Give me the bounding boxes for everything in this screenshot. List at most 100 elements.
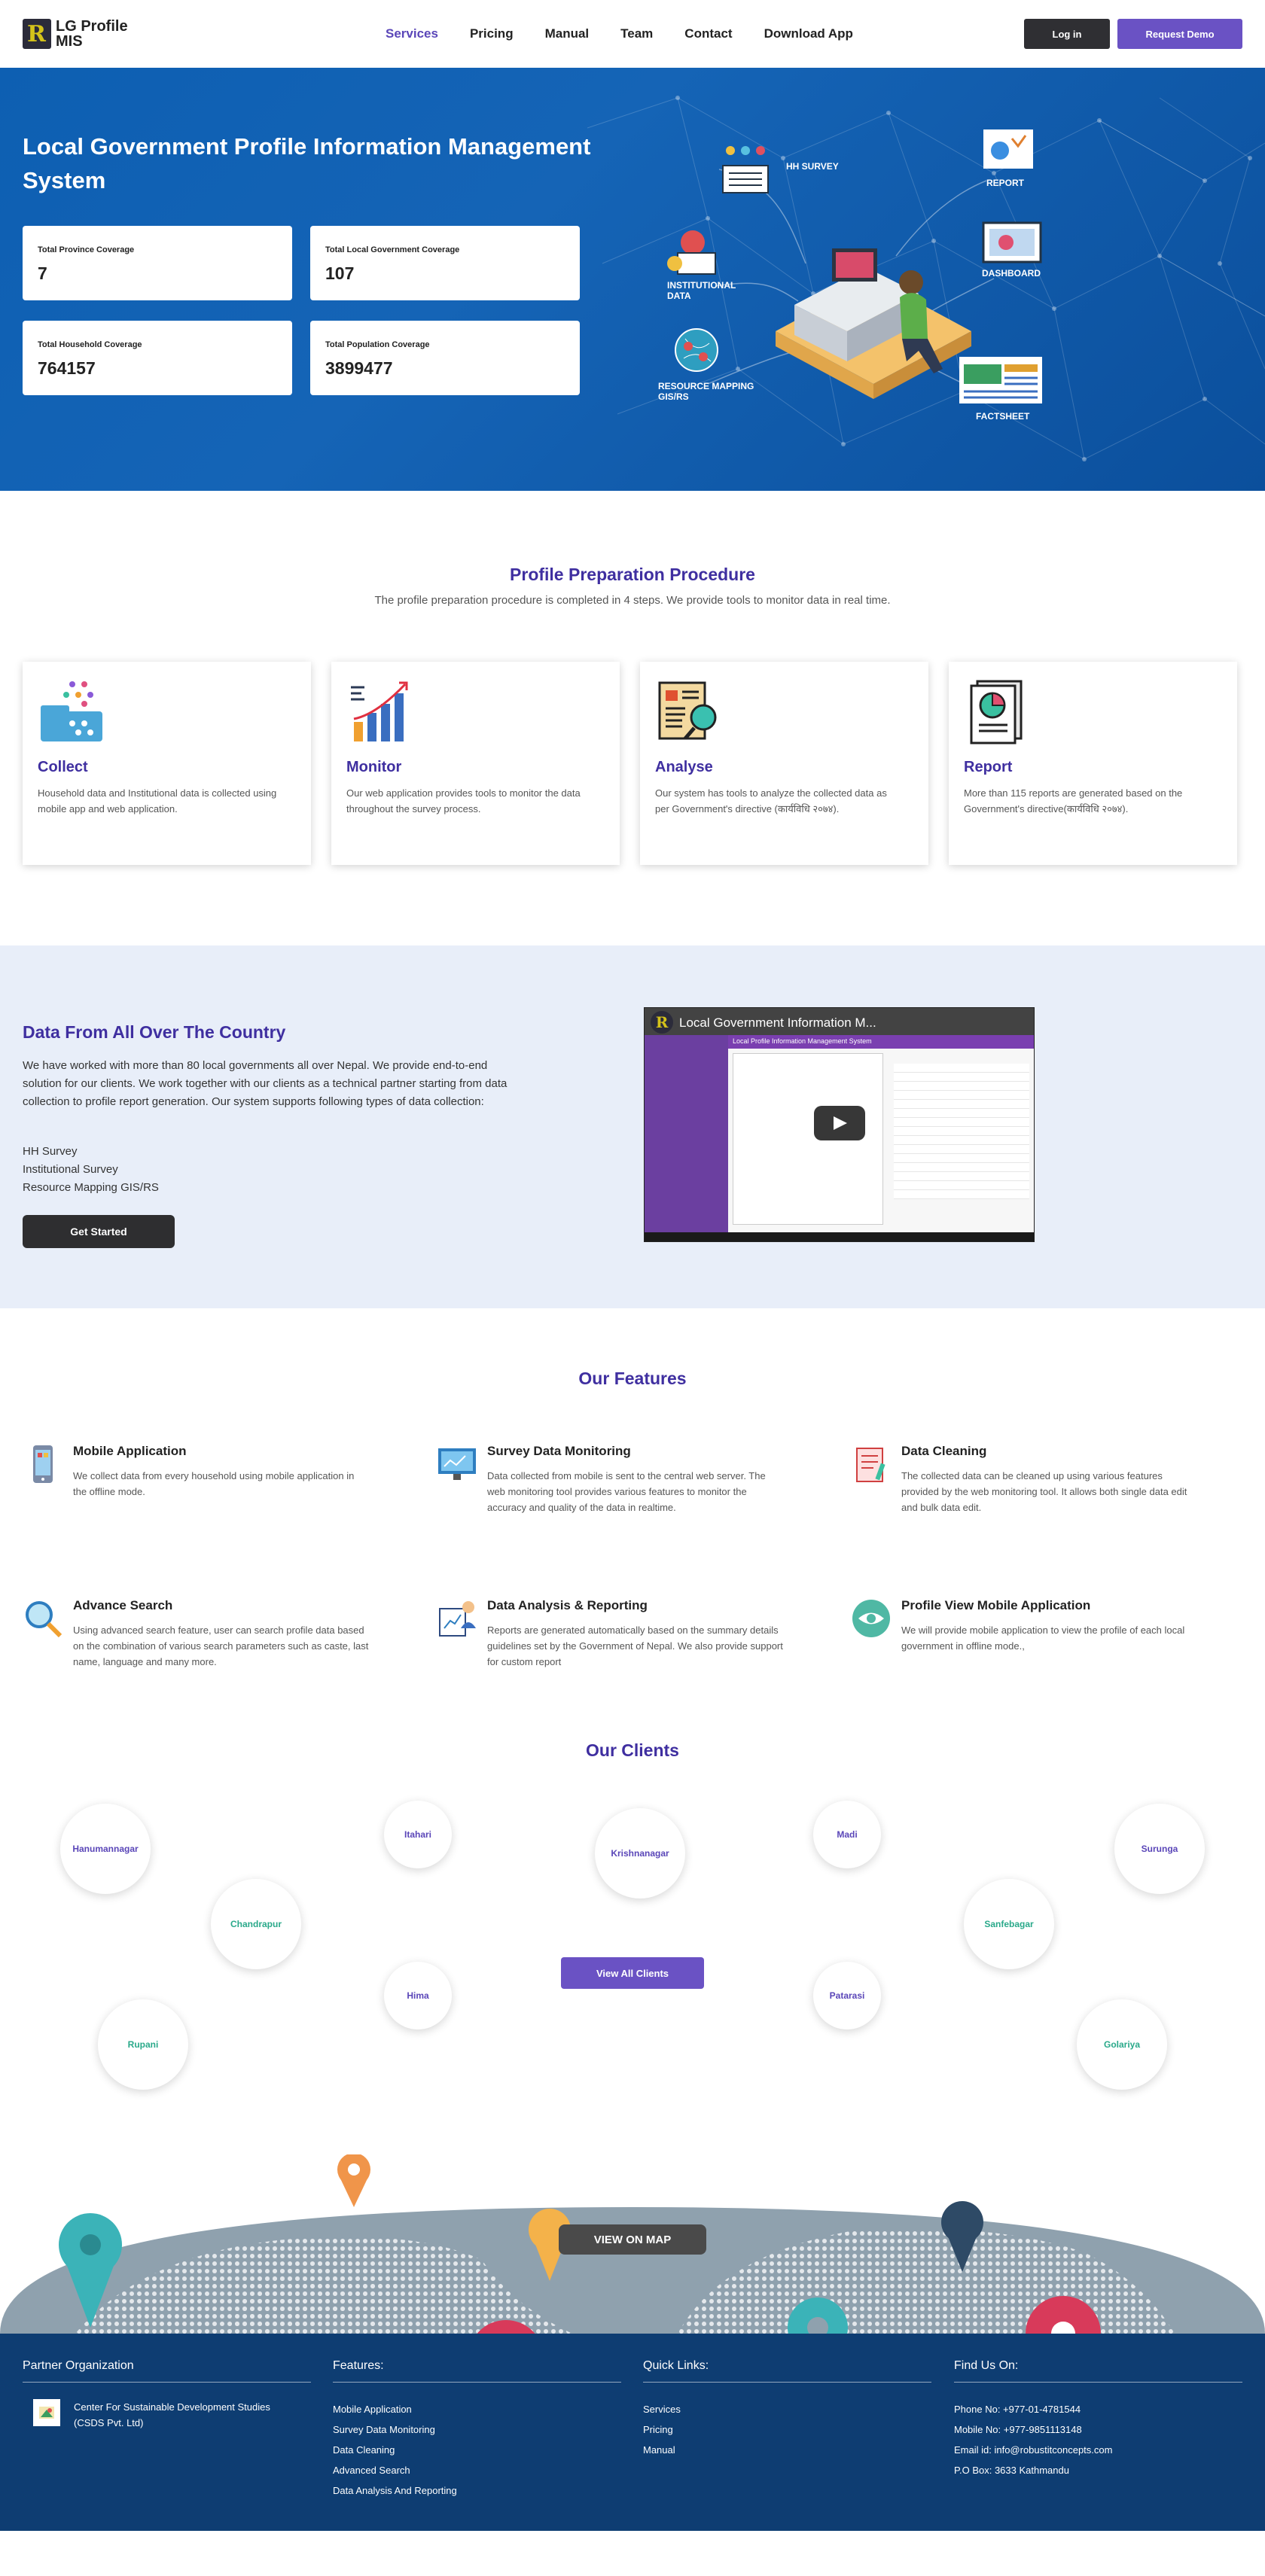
- menu-team[interactable]: Team: [620, 26, 653, 41]
- footer-feature-link[interactable]: Advanced Search: [333, 2460, 621, 2480]
- footer-phone: Phone No: +977-01-4781544: [954, 2404, 1081, 2415]
- step-text: Our web application provides tools to mo…: [346, 787, 581, 815]
- video-channel-icon: R: [651, 1011, 673, 1034]
- feature-text: Reports are generated automatically base…: [487, 1624, 783, 1667]
- footer-feature-link[interactable]: Mobile Application: [333, 2399, 621, 2419]
- client-hanumannagar[interactable]: Hanumannagar: [60, 1804, 151, 1894]
- play-icon: [834, 1116, 847, 1130]
- feature-advance-search: Advance Search Using advanced search fea…: [23, 1598, 369, 1670]
- menu-services[interactable]: Services: [386, 26, 438, 41]
- client-surunga[interactable]: Surunga: [1114, 1804, 1205, 1894]
- feature-survey-data-monitoring: Survey Data Monitoring Data collected fr…: [437, 1444, 783, 1515]
- feature-title: Advance Search: [73, 1598, 173, 1612]
- client-patarasi[interactable]: Patarasi: [813, 1962, 881, 2029]
- institutional-data-icon: [667, 230, 716, 275]
- tag-factsheet: FACTSHEET: [976, 411, 1030, 422]
- stat-value: 107: [325, 263, 355, 283]
- stat-card-population: Total Population Coverage 3899477: [310, 321, 580, 395]
- step-text: Our system has tools to analyze the coll…: [655, 787, 887, 815]
- feature-profile-view-app: Profile View Mobile Application We will …: [851, 1598, 1197, 1654]
- feature-title: Mobile Application: [73, 1444, 187, 1458]
- hero-section: Local Government Profile Information Man…: [0, 68, 1265, 491]
- footer-email[interactable]: Email id: info@robustitconcepts.com: [954, 2440, 1242, 2460]
- feature-title: Survey Data Monitoring: [487, 1444, 631, 1458]
- map-section: VIEW ON MAP: [0, 2154, 1265, 2334]
- procedure-section: Profile Preparation Procedure The profil…: [0, 491, 1265, 945]
- stat-label: Total Local Government Coverage: [325, 245, 460, 254]
- client-itahari[interactable]: Itahari: [384, 1801, 452, 1868]
- step-card-monitor: Monitor Our web application provides too…: [331, 662, 620, 865]
- tag-dashboard: DASHBOARD: [982, 268, 1041, 279]
- request-demo-button[interactable]: Request Demo: [1117, 19, 1242, 49]
- login-button[interactable]: Log in: [1024, 19, 1110, 49]
- logo[interactable]: LG Profile MIS: [23, 19, 354, 49]
- footer-link-pricing[interactable]: Pricing: [643, 2419, 931, 2440]
- country-description: We have worked with more than 80 local g…: [23, 1059, 508, 1108]
- step-title: Collect: [38, 759, 88, 775]
- menu-download-app[interactable]: Download App: [764, 26, 853, 41]
- footer-link-manual[interactable]: Manual: [643, 2440, 931, 2460]
- feature-title: Data Analysis & Reporting: [487, 1598, 648, 1612]
- footer: Partner Organization Center For Sustaina…: [0, 2334, 1265, 2531]
- data-type-item: Resource Mapping GIS/RS: [23, 1181, 159, 1194]
- video-app-title: Local Profile Information Management Sys…: [728, 1035, 1034, 1049]
- top-navbar: LG Profile MIS Services Pricing Manual T…: [0, 0, 1265, 68]
- tag-resource-line1: RESOURCE MAPPING: [658, 381, 754, 391]
- analyse-icon: [658, 681, 717, 740]
- video-player[interactable]: Local Profile Information Management Sys…: [644, 1007, 1035, 1242]
- feature-data-analysis-reporting: Data Analysis & Reporting Reports are ge…: [437, 1598, 783, 1670]
- client-rupani[interactable]: Rupani: [98, 1999, 188, 2090]
- feature-text: Using advanced search feature, user can …: [73, 1624, 369, 1667]
- country-title: Data From All Over The Country: [23, 1022, 286, 1042]
- tag-resource-line2: GIS/RS: [658, 391, 689, 402]
- monitor-icon: [351, 681, 408, 741]
- monitoring-screen-icon: [438, 1448, 476, 1480]
- stat-label: Total Population Coverage: [325, 340, 430, 349]
- view-all-clients-button[interactable]: View All Clients: [561, 1957, 704, 1989]
- client-krishnanagar[interactable]: Krishnanagar: [595, 1808, 685, 1899]
- client-sanfebagar[interactable]: Sanfebagar: [964, 1879, 1054, 1969]
- feature-data-cleaning: Data Cleaning The collected data can be …: [851, 1444, 1197, 1515]
- video-title: Local Government Information M...: [679, 1015, 876, 1030]
- footer-feature-link[interactable]: Data Cleaning: [333, 2440, 621, 2460]
- stat-card-province: Total Province Coverage 7: [23, 226, 292, 300]
- stat-card-household: Total Household Coverage 764157: [23, 321, 292, 395]
- hero-illustration: HH SURVEY REPORT INSTITUTIONAL DATA DASHB…: [648, 113, 1054, 467]
- footer-feature-link[interactable]: Survey Data Monitoring: [333, 2419, 621, 2440]
- step-card-report: Report More than 115 reports are generat…: [949, 662, 1237, 865]
- partner-logo[interactable]: [33, 2399, 60, 2426]
- footer-link-services[interactable]: Services: [643, 2399, 931, 2419]
- view-on-map-button[interactable]: VIEW ON MAP: [559, 2224, 706, 2255]
- footer-feature-link[interactable]: Data Analysis And Reporting: [333, 2480, 621, 2501]
- feature-text: Data collected from mobile is sent to th…: [487, 1470, 766, 1513]
- feature-text: We will provide mobile application to vi…: [901, 1624, 1185, 1652]
- step-title: Monitor: [346, 759, 402, 775]
- step-card-analyse: Analyse Our system has tools to analyze …: [640, 662, 928, 865]
- country-section: Data From All Over The Country We have w…: [0, 945, 1265, 1308]
- play-button[interactable]: [814, 1106, 865, 1140]
- data-type-item: Institutional Survey: [23, 1163, 118, 1176]
- procedure-steps: Collect Household data and Institutional…: [23, 662, 1237, 865]
- features-title: Our Features: [578, 1369, 687, 1388]
- client-chandrapur[interactable]: Chandrapur: [211, 1879, 301, 1969]
- client-golariya[interactable]: Golariya: [1077, 1999, 1167, 2090]
- stat-card-local-government: Total Local Government Coverage 107: [310, 226, 580, 300]
- partner-logo-icon: [39, 2407, 54, 2419]
- hero-title: Local Government Profile Information Man…: [23, 133, 591, 193]
- menu-contact[interactable]: Contact: [684, 26, 732, 41]
- stat-label: Total Household Coverage: [38, 340, 142, 349]
- feature-title: Profile View Mobile Application: [901, 1598, 1091, 1612]
- client-hima[interactable]: Hima: [384, 1962, 452, 2029]
- client-madi[interactable]: Madi: [813, 1801, 881, 1868]
- get-started-button[interactable]: Get Started: [23, 1215, 175, 1248]
- menu-pricing[interactable]: Pricing: [470, 26, 514, 41]
- partner-name[interactable]: Center For Sustainable Development Studi…: [74, 2399, 300, 2431]
- footer-partner-title: Partner Organization: [23, 2359, 311, 2383]
- logo-icon: [23, 19, 51, 49]
- procedure-subtitle: The profile preparation procedure is com…: [374, 594, 891, 607]
- menu-manual[interactable]: Manual: [545, 26, 590, 41]
- hh-survey-icon: [722, 146, 769, 193]
- step-title: Report: [964, 759, 1013, 775]
- footer-features-title: Features:: [333, 2359, 621, 2383]
- main-menu: Services Pricing Manual Team Contact Dow…: [386, 26, 853, 41]
